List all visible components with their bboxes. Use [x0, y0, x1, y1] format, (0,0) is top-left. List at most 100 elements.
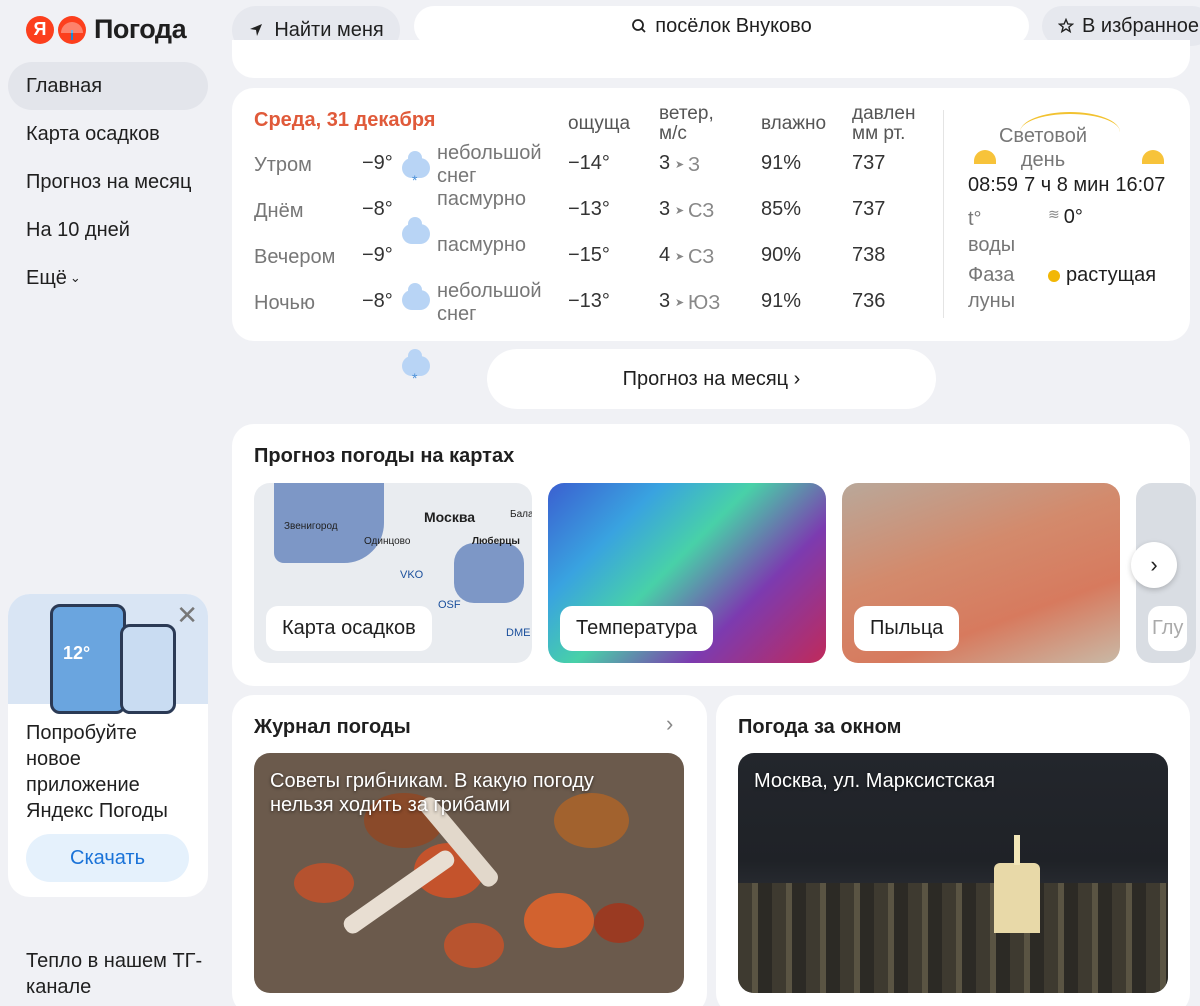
day-forecast-card: Среда, 31 декабря ощуща ветер, м/с влажн… [232, 88, 1190, 386]
phone-image: 12° [50, 604, 126, 714]
webcam-view[interactable]: Москва, ул. Марксистская [738, 753, 1168, 993]
tile-label: Глу [1148, 606, 1188, 651]
moon-phase: растущая [1048, 264, 1156, 287]
wind-arrow-icon: ➤ [675, 159, 685, 171]
weather-journal-card: Журнал погоды › Советы грибникам. В каку… [232, 695, 707, 1006]
snow-cloud-icon [402, 151, 430, 188]
map-place: Звенигород [284, 521, 338, 532]
map-tile-temperature[interactable]: Температура [548, 483, 826, 663]
humidity: 90% [761, 244, 802, 266]
col-feels-like: ощуща [568, 114, 631, 134]
temperature: −9° [362, 152, 393, 174]
divider [943, 110, 944, 318]
feels-like: −13° [568, 198, 610, 220]
journal-article[interactable]: Советы грибникам. В какую погоду нельзя … [254, 753, 684, 993]
cloud-icon [402, 217, 430, 244]
condition: небольшой снег [437, 280, 542, 325]
col-pressure: давлен мм рт. ст. [852, 104, 916, 144]
search-icon [632, 19, 646, 33]
feels-like: −13° [568, 290, 610, 312]
mushroom-cap [294, 863, 354, 903]
humidity: 85% [761, 198, 802, 220]
yandex-logo-icon: Я [26, 15, 54, 44]
pressure: 738 [852, 244, 886, 266]
map-place: DME [506, 627, 531, 639]
chevron-right-icon[interactable]: › [666, 711, 673, 737]
camera-location: Москва, ул. Марксистская [754, 770, 996, 792]
map-tile-precip[interactable]: Москва Звенигород Одинцово VKO OSF Любер… [254, 483, 532, 663]
tg-channel-link[interactable]: Тепло в нашем ТГ-канале [26, 948, 206, 1000]
pressure: 737 [852, 198, 886, 220]
day-title: Среда, 31 декабря [254, 109, 436, 131]
day-part: Днём [254, 200, 304, 222]
moon-label: Фаза луны [968, 264, 1016, 312]
mushroom-cap [524, 893, 594, 948]
day-part: Утром [254, 154, 312, 176]
month-forecast-button[interactable]: Прогноз на месяц › [487, 349, 936, 409]
tower-building [994, 863, 1040, 933]
wind-arrow-icon: ➤ [675, 251, 685, 263]
chevron-right-icon: › [1150, 552, 1158, 577]
tower-spire [1014, 835, 1020, 865]
day-part: Вечером [254, 246, 336, 268]
mushroom-cap [594, 903, 644, 943]
download-button[interactable]: Скачать [26, 834, 189, 882]
sidebar-item-more[interactable]: Ещё ⌄ [8, 254, 208, 302]
maps-title: Прогноз погоды на картах [254, 445, 515, 467]
sidebar-item-main[interactable]: Главная [8, 62, 208, 110]
col-wind: ветер, м/с [659, 104, 714, 144]
app-promo-text: Попробуйте новое приложение Яндекс Погод… [26, 722, 168, 822]
sidebar-item-precip-map[interactable]: Карта осадков [8, 110, 208, 158]
logo[interactable]: Я Погода [26, 14, 187, 45]
phone-temperature: 12° [63, 643, 91, 663]
weather-window-card: Погода за окном Москва, ул. Марксистская [716, 695, 1190, 1006]
wind-arrow-icon: ➤ [675, 205, 685, 217]
moon-phase-value: растущая [1066, 264, 1157, 286]
sidebar-item-more-label: Ещё [26, 266, 67, 289]
location-arrow-icon [250, 24, 263, 36]
water-temp-label: t° воды [968, 208, 1016, 256]
condition: пасмурно [437, 188, 526, 210]
close-icon[interactable]: ✕ [176, 600, 198, 631]
favorites-label: В избранное [1082, 14, 1200, 37]
temperature: −9° [362, 244, 393, 266]
logo-text: Погода [94, 14, 187, 44]
map-place: Люберцы [472, 536, 520, 547]
col-humidity: влажно [761, 114, 827, 134]
sidebar-item-10days[interactable]: На 10 дней [8, 206, 208, 254]
window-title: Погода за окном [738, 716, 902, 738]
sidebar-nav: Главная Карта осадков Прогноз на месяц Н… [8, 62, 208, 302]
map-place: Бала [510, 509, 532, 520]
humidity: 91% [761, 152, 802, 174]
pressure: 737 [852, 152, 886, 174]
condition: пасмурно [437, 234, 526, 256]
pressure: 736 [852, 290, 886, 312]
sunrise-time: 08:59 [968, 174, 1019, 196]
tile-label: Температура [560, 606, 714, 651]
condition: небольшой снег [437, 142, 542, 187]
wind-speed: 4 [659, 244, 671, 266]
carousel-next-button[interactable]: › [1131, 542, 1177, 588]
daylight-label: Световой день [998, 125, 1088, 171]
mushroom-cap [444, 923, 504, 968]
temperature: −8° [362, 290, 393, 312]
map-city: Москва [424, 509, 476, 525]
map-tile-pollen[interactable]: Пыльца [842, 483, 1120, 663]
wind-speed: 3 [659, 152, 671, 174]
previous-card-bottom [232, 40, 1190, 78]
journal-title: Журнал погоды [254, 716, 411, 738]
feels-like: −14° [568, 152, 610, 174]
map-place: Одинцово [364, 536, 411, 547]
sidebar-item-month[interactable]: Прогноз на месяц [8, 158, 208, 206]
waves-icon: ≋ [1048, 206, 1060, 222]
cloud-icon [402, 283, 430, 310]
temperature: −8° [362, 198, 393, 220]
star-icon [1058, 18, 1074, 34]
wind-arrow-icon: ➤ [675, 297, 685, 309]
phone-image-second [120, 624, 176, 714]
wind-direction: ЮЗ [688, 292, 721, 314]
app-promo-image: 12° ✕ [8, 594, 208, 714]
moon-icon [1048, 269, 1060, 282]
humidity: 91% [761, 290, 802, 312]
app-promo: 12° ✕ Попробуйте новое приложение Яндекс… [8, 594, 208, 897]
